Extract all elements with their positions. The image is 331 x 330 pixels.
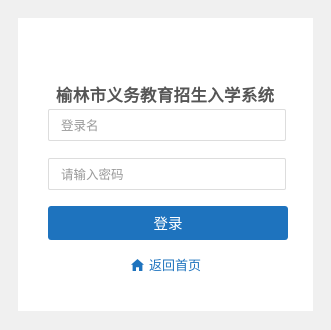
home-icon xyxy=(130,258,145,272)
page-title: 榆林市义务教育招生入学系统 xyxy=(56,86,275,105)
login-button[interactable]: 登录 xyxy=(48,206,288,240)
password-input[interactable] xyxy=(48,158,286,190)
back-home-link[interactable]: 返回首页 xyxy=(18,255,313,274)
username-input[interactable] xyxy=(48,109,286,141)
back-home-label: 返回首页 xyxy=(148,259,201,274)
login-card: 榆林市义务教育招生入学系统 登录 返回首页 xyxy=(18,18,313,311)
